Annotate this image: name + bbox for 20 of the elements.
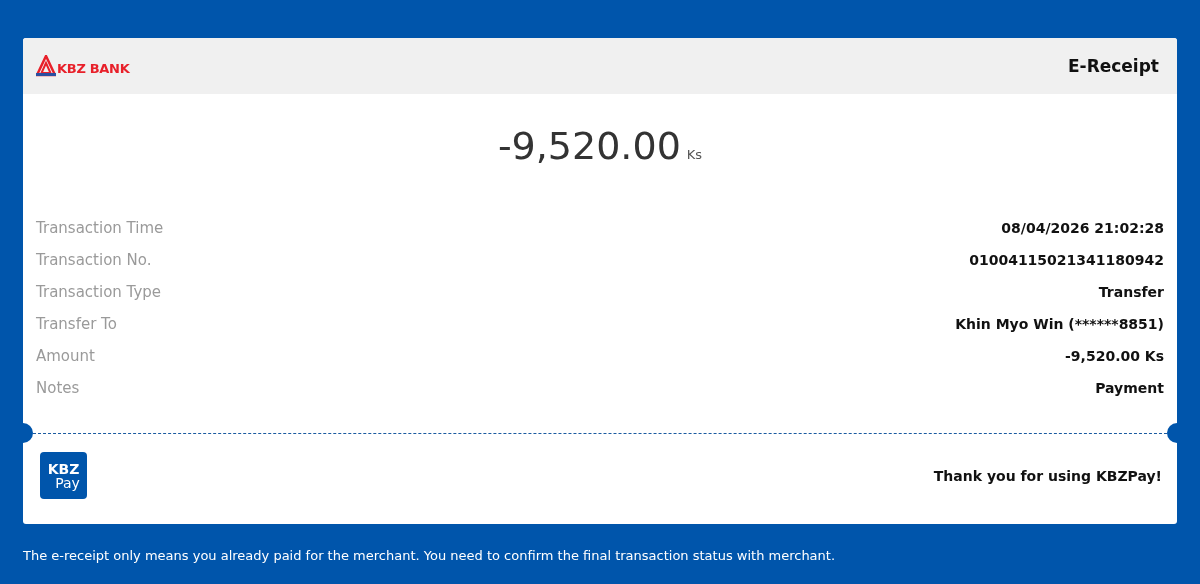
detail-label: Transaction Type bbox=[36, 283, 162, 301]
detail-label: Transfer To bbox=[36, 315, 117, 333]
detail-label: Notes bbox=[36, 379, 80, 397]
detail-label: Transaction No. bbox=[36, 251, 152, 269]
disclaimer-text: The e-receipt only means you already paid for the merchant. You need to confirm the final transaction status with merchant. bbox=[23, 548, 837, 563]
amount-value: -9,520.00 bbox=[497, 124, 681, 168]
detail-label: Transaction Time bbox=[36, 219, 164, 237]
receipt-title: E-Receipt bbox=[1067, 56, 1159, 76]
detail-label: Amount bbox=[36, 347, 95, 365]
app-logo-icon: KBZ Pay bbox=[40, 452, 87, 499]
thank-you-text: Thank you for using KBZPay! bbox=[933, 467, 1162, 484]
detail-value: 01004115021341180942 bbox=[969, 252, 1164, 268]
detail-value: 08/04/2026 21:02:28 bbox=[1001, 220, 1164, 236]
detail-value: -9,520.00 Ks bbox=[1065, 348, 1164, 364]
detail-value: Transfer bbox=[1098, 284, 1164, 300]
detail-value: Payment bbox=[1095, 380, 1164, 396]
bank-logo-text: KBZ BANK bbox=[57, 61, 130, 77]
currency-label: Ks bbox=[686, 147, 703, 162]
detail-value: Khin Myo Win (******8851) bbox=[955, 316, 1164, 332]
bank-logo-icon bbox=[36, 55, 56, 77]
